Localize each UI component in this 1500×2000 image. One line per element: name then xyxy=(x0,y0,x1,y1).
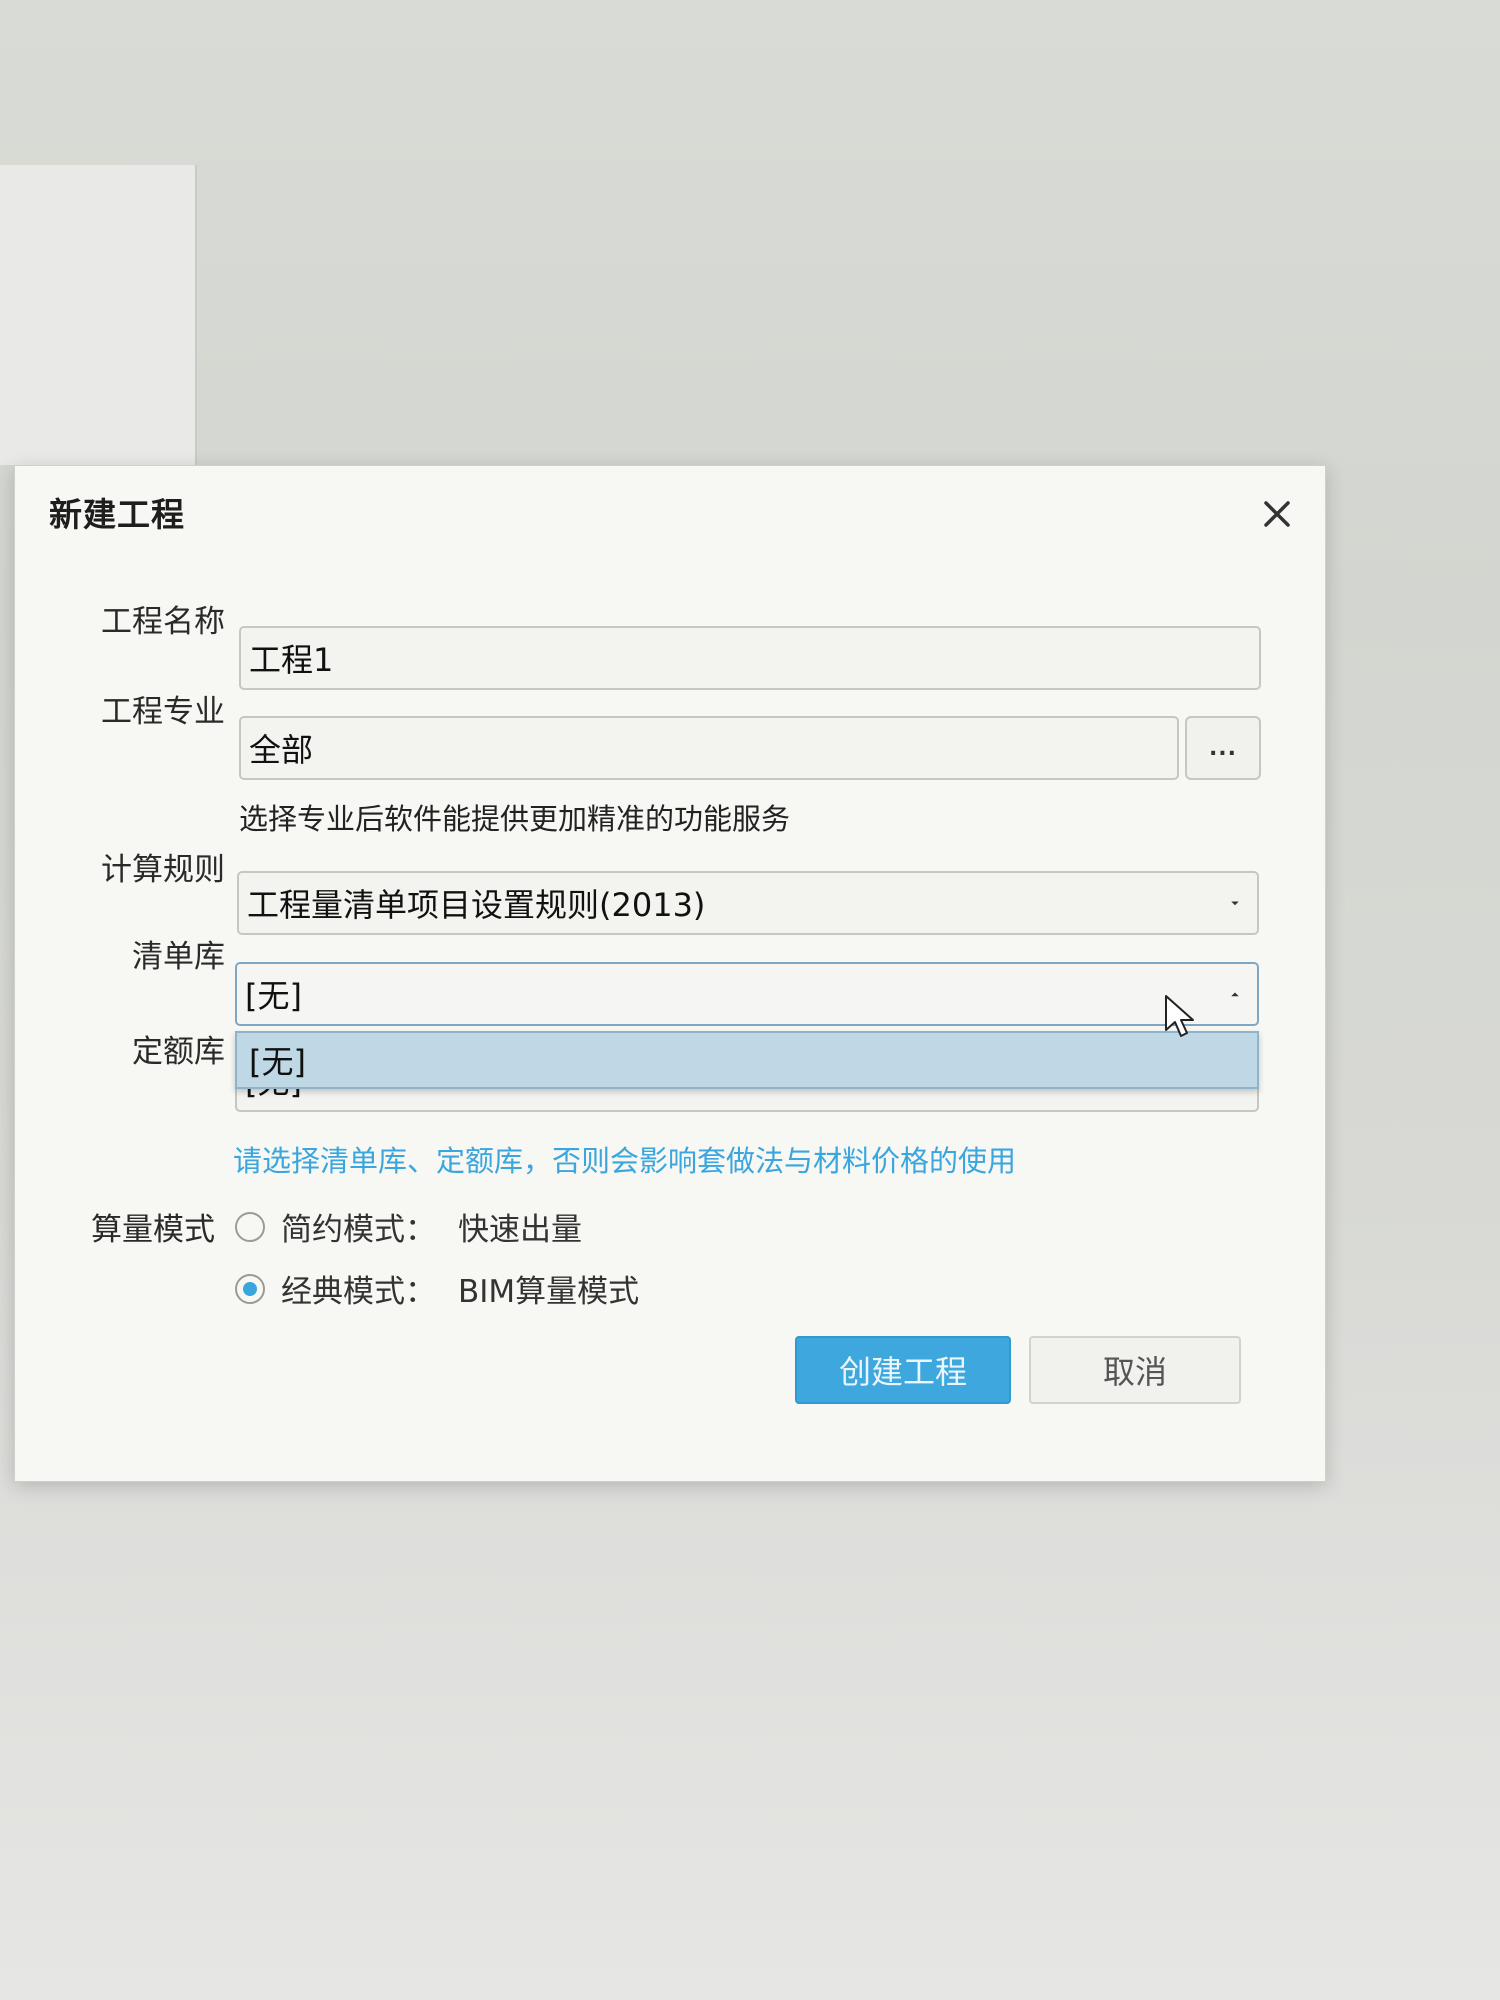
background-window xyxy=(0,165,197,465)
bill-library-dropdown-option[interactable]: [无] xyxy=(235,1031,1259,1089)
calc-rule-select[interactable]: 工程量清单项目设置规则(2013) xyxy=(237,871,1259,935)
project-name-label: 工程名称 xyxy=(101,604,225,640)
mode-simple-desc: 快速出量 xyxy=(458,1212,582,1248)
mode-classic-desc: BIM算量模式 xyxy=(458,1274,640,1310)
project-name-input[interactable]: 工程1 xyxy=(239,626,1261,690)
mode-option-classic[interactable]: 经典模式： BIM算量模式 xyxy=(235,1266,639,1311)
radio-button[interactable] xyxy=(235,1211,265,1242)
calc-rule-value: 工程量清单项目设置规则(2013) xyxy=(247,886,706,924)
bill-library-label: 清单库 xyxy=(132,939,225,975)
quota-library-label: 定额库 xyxy=(132,1034,225,1070)
specialty-input[interactable]: 全部 xyxy=(239,716,1179,780)
mode-label: 算量模式 xyxy=(91,1212,215,1248)
specialty-label: 工程专业 xyxy=(101,694,225,730)
radio-button-selected[interactable] xyxy=(235,1273,265,1304)
specialty-browse-button[interactable]: ... xyxy=(1185,716,1261,780)
mode-classic-name: 经典模式： xyxy=(281,1274,436,1310)
project-name-value: 工程1 xyxy=(249,641,334,679)
dropdown-up-arrow-icon xyxy=(1227,986,1243,1002)
create-project-button[interactable]: 创建工程 xyxy=(795,1336,1011,1404)
library-warning: 请选择清单库、定额库，否则会影响套做法与材料价格的使用 xyxy=(233,1144,1017,1178)
cancel-button[interactable]: 取消 xyxy=(1029,1336,1241,1404)
bill-library-select[interactable]: [无] xyxy=(235,962,1259,1026)
specialty-value: 全部 xyxy=(249,731,314,769)
dropdown-arrow-icon xyxy=(1227,895,1243,911)
specialty-hint: 选择专业后软件能提供更加精准的功能服务 xyxy=(239,802,791,836)
calc-rule-label: 计算规则 xyxy=(101,852,225,888)
close-icon[interactable] xyxy=(1255,492,1299,536)
mode-simple-name: 简约模式： xyxy=(281,1212,436,1248)
bill-library-value: [无] xyxy=(245,977,302,1015)
new-project-dialog: 新建工程 工程名称 工程1 工程专业 全部 ... 选择专业后软件能提供更加精准… xyxy=(14,465,1326,1482)
dropdown-option-label: [无] xyxy=(249,1043,306,1081)
mode-option-simple[interactable]: 简约模式： 快速出量 xyxy=(235,1204,582,1249)
dialog-title: 新建工程 xyxy=(49,495,185,534)
mouse-pointer-icon xyxy=(1165,995,1194,1037)
